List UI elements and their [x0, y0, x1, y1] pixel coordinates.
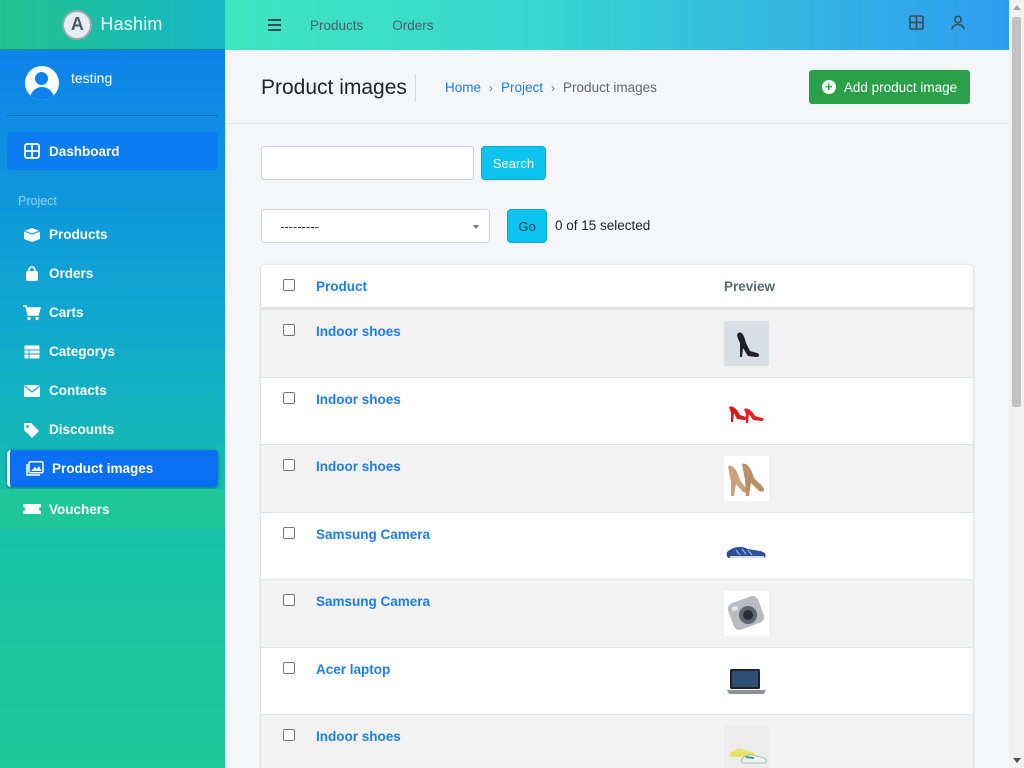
sidebar-item-carts[interactable]: Carts	[7, 294, 218, 331]
user-name[interactable]: testing	[71, 70, 112, 86]
row-checkbox[interactable]	[283, 459, 295, 471]
breadcrumb-separator: ›	[551, 80, 556, 95]
bag-icon	[23, 265, 41, 282]
breadcrumb-home[interactable]: Home	[445, 80, 481, 95]
row-checkbox[interactable]	[283, 324, 295, 336]
product-link[interactable]: Acer laptop	[316, 662, 390, 677]
sidebar: A Hashim testing Dashboard Project Produ…	[0, 0, 225, 768]
sidebar-item-label: Categorys	[49, 344, 116, 359]
product-link[interactable]: Samsung Camera	[316, 594, 430, 609]
user-avatar-icon	[25, 65, 59, 100]
go-button[interactable]: Go	[507, 209, 547, 243]
sidebar-item-product-images[interactable]: Product images	[7, 450, 218, 487]
sidebar-item-label: Carts	[49, 305, 84, 320]
product-link[interactable]: Indoor shoes	[316, 729, 401, 744]
add-button-label: Add product image	[843, 79, 958, 95]
row-checkbox[interactable]	[283, 729, 295, 741]
top-link-orders[interactable]: Orders	[392, 18, 433, 33]
preview-thumbnail[interactable]	[724, 321, 769, 366]
table-header-row: Product Preview	[261, 265, 973, 309]
sidebar-item-vouchers[interactable]: Vouchers	[0, 489, 225, 529]
sidebar-item-categorys[interactable]: Categorys	[7, 333, 218, 370]
preview-thumbnail[interactable]	[724, 591, 769, 636]
table-row: Indoor shoes	[261, 309, 973, 377]
box-icon	[23, 227, 41, 243]
ticket-icon	[23, 501, 41, 517]
title-divider	[415, 74, 416, 102]
breadcrumb-current: Product images	[563, 80, 657, 95]
product-link[interactable]: Indoor shoes	[316, 459, 401, 474]
product-link[interactable]: Samsung Camera	[316, 527, 430, 542]
table-icon	[23, 344, 41, 360]
select-all-checkbox[interactable]	[283, 279, 295, 291]
product-link[interactable]: Indoor shoes	[316, 392, 401, 407]
plus-circle-icon: +	[821, 80, 836, 94]
preview-thumbnail[interactable]	[724, 389, 769, 434]
selection-counter: 0 of 15 selected	[555, 218, 651, 233]
search-input[interactable]	[261, 146, 474, 180]
sidebar-section-header: Project	[18, 194, 57, 208]
sidebar-item-label: Orders	[49, 266, 94, 281]
brand-name: Hashim	[100, 14, 163, 34]
user-account-icon[interactable]	[951, 15, 965, 35]
brand-link[interactable]: A Hashim	[0, 0, 225, 50]
top-right-actions	[909, 0, 1009, 50]
row-checkbox[interactable]	[283, 594, 295, 606]
action-select-value: ---------	[280, 219, 319, 234]
preview-thumbnail[interactable]	[724, 524, 769, 569]
column-header-preview: Preview	[724, 279, 776, 294]
cart-icon	[23, 304, 41, 321]
table-row: Indoor shoes	[261, 444, 973, 512]
breadcrumb: Home › Project › Product images	[445, 80, 657, 95]
apps-grid-icon[interactable]	[909, 15, 924, 35]
page-title: Product images	[261, 76, 407, 99]
preview-thumbnail[interactable]	[724, 456, 769, 501]
preview-thumbnail[interactable]	[724, 726, 769, 768]
scroll-down-arrow-icon[interactable]	[1013, 758, 1021, 763]
brand-logo: A	[62, 9, 93, 40]
table-row: Indoor shoes	[261, 376, 973, 445]
row-checkbox[interactable]	[283, 526, 295, 539]
sidebar-nav: Dashboard Project Products Orders Carts	[0, 132, 225, 529]
sidebar-item-label: Product images	[52, 461, 154, 476]
sidebar-item-dashboard[interactable]: Dashboard	[7, 132, 218, 170]
table-row: Acer laptop	[261, 646, 973, 715]
tags-icon	[23, 422, 41, 438]
page-scrollbar[interactable]	[1009, 0, 1024, 768]
action-select[interactable]: ---------	[261, 209, 490, 243]
sidebar-item-orders[interactable]: Orders	[7, 255, 218, 292]
dashboard-icon	[23, 143, 41, 159]
preview-thumbnail[interactable]	[724, 659, 769, 704]
table-row: Samsung Camera	[261, 511, 973, 580]
search-button[interactable]: Search	[481, 146, 546, 180]
column-header-product[interactable]: Product	[316, 279, 367, 294]
images-icon	[26, 461, 44, 477]
content-header: Product images Home › Project › Product …	[225, 50, 1009, 124]
menu-toggle-icon[interactable]	[268, 19, 281, 31]
scrollbar-thumb[interactable]	[1012, 17, 1021, 407]
top-navbar: Products Orders	[225, 0, 1009, 50]
sidebar-item-label: Discounts	[49, 422, 115, 437]
top-link-products[interactable]: Products	[310, 18, 363, 33]
chevron-down-icon	[473, 225, 479, 229]
breadcrumb-project[interactable]: Project	[501, 80, 543, 95]
sidebar-item-products[interactable]: Products	[7, 216, 218, 253]
results-table: Product Preview Indoor shoes Indoor shoe…	[261, 265, 973, 768]
table-row: Indoor shoes	[261, 714, 973, 768]
sidebar-item-label: Products	[49, 227, 108, 242]
add-product-image-button[interactable]: + Add product image	[809, 70, 970, 104]
sidebar-item-contacts[interactable]: Contacts	[7, 372, 218, 409]
user-panel: testing	[7, 50, 218, 116]
sidebar-item-label: Vouchers	[49, 501, 110, 517]
product-link[interactable]: Indoor shoes	[316, 324, 401, 339]
sidebar-item-label: Dashboard	[49, 143, 120, 159]
breadcrumb-separator: ›	[489, 80, 494, 95]
scroll-up-arrow-icon[interactable]	[1013, 5, 1021, 10]
sidebar-item-label: Contacts	[49, 383, 107, 398]
sidebar-item-discounts[interactable]: Discounts	[7, 411, 218, 448]
table-row: Samsung Camera	[261, 579, 973, 647]
row-checkbox[interactable]	[283, 661, 295, 674]
envelope-icon	[23, 383, 41, 399]
row-checkbox[interactable]	[283, 391, 295, 404]
